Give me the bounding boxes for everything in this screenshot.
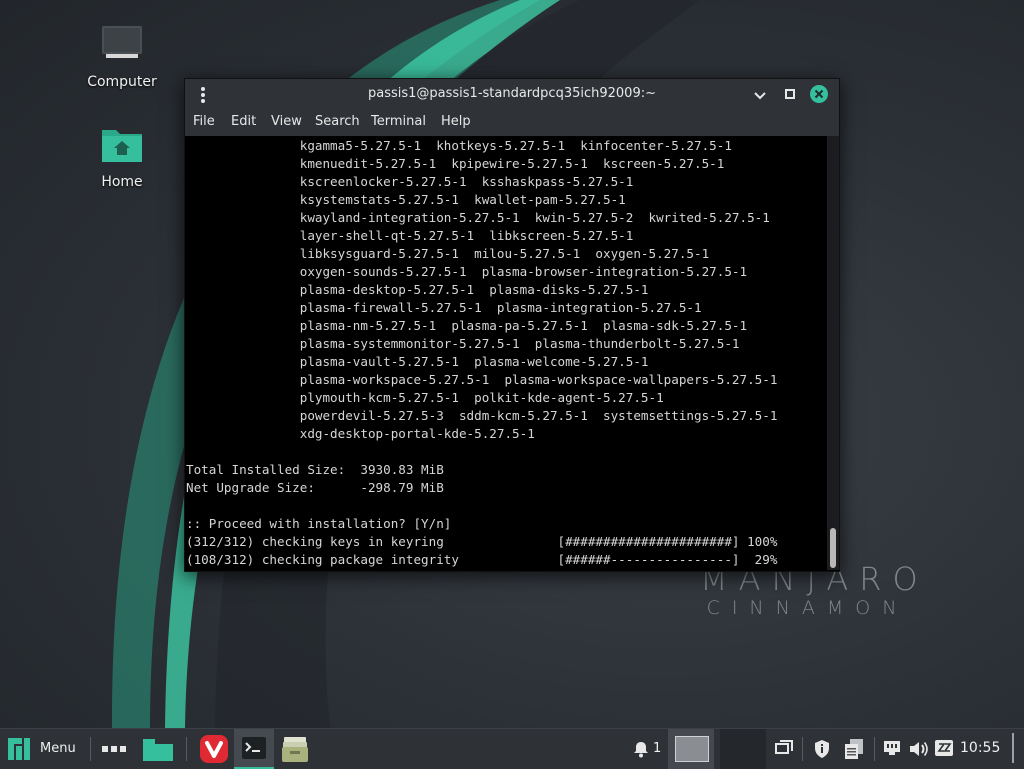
desktop-icon-label: Home — [101, 174, 143, 190]
window-list-button[interactable] — [772, 729, 796, 769]
menu-help[interactable]: Help — [441, 114, 471, 129]
terminal-text: kgamma5-5.27.5-1 khotkeys-5.27.5-1 kinfo… — [186, 138, 778, 567]
terminal-scrollbar[interactable] — [827, 136, 839, 570]
notifications-button[interactable]: 1 — [630, 729, 664, 769]
manjaro-logo-icon — [8, 738, 30, 760]
show-apps-button[interactable] — [100, 729, 128, 769]
notification-bell-icon — [634, 742, 648, 758]
taskbar-separator — [186, 737, 187, 761]
menu-edit[interactable]: Edit — [231, 114, 256, 129]
taskbar-separator — [90, 737, 91, 761]
file-manager-launcher[interactable] — [278, 729, 312, 769]
update-manager-button[interactable] — [810, 729, 834, 769]
minimize-icon[interactable] — [750, 84, 770, 104]
close-icon[interactable] — [809, 84, 829, 104]
show-apps-icon — [102, 746, 126, 752]
window-menubar: File Edit View Search Terminal Help — [185, 109, 839, 137]
corner-divider — [1012, 733, 1014, 763]
workspace-preview — [675, 736, 709, 762]
terminal-window[interactable]: passis1@passis1-standardpcq35ich92009:~ … — [184, 78, 840, 572]
clipboard-icon — [845, 739, 863, 759]
home-folder-icon — [102, 130, 142, 162]
desktop-icon-computer[interactable]: Computer — [72, 24, 172, 90]
menu-terminal[interactable]: Terminal — [371, 114, 426, 129]
network-button[interactable] — [880, 729, 904, 769]
desktop-icon-home[interactable]: Home — [72, 124, 172, 190]
cinnamon-watermark: CINNAMON — [706, 597, 909, 619]
show-desktop-icon — [143, 739, 173, 761]
window-list-icon — [775, 740, 793, 754]
show-desktop-button[interactable] — [140, 729, 176, 769]
workspace-2[interactable] — [720, 729, 766, 769]
terminal-task[interactable] — [234, 729, 274, 769]
menu-search[interactable]: Search — [315, 114, 360, 129]
keyboard-layout-button[interactable] — [932, 729, 956, 769]
menu-label: Menu — [40, 741, 76, 756]
network-icon — [884, 741, 900, 755]
menu-button[interactable]: Menu — [0, 729, 86, 769]
taskbar-separator — [802, 737, 803, 761]
menu-view[interactable]: View — [271, 114, 302, 129]
workspace-1[interactable] — [668, 729, 714, 769]
keyboard-icon — [935, 740, 953, 756]
maximize-icon[interactable] — [780, 84, 800, 104]
vivaldi-icon — [200, 735, 228, 763]
window-titlebar[interactable]: passis1@passis1-standardpcq35ich92009:~ — [185, 79, 839, 109]
notifications-count: 1 — [653, 741, 662, 756]
clipboard-button[interactable] — [840, 729, 868, 769]
taskbar-separator — [874, 737, 875, 761]
window-title: passis1@passis1-standardpcq35ich92009:~ — [367, 86, 656, 101]
terminal-output[interactable]: kgamma5-5.27.5-1 khotkeys-5.27.5-1 kinfo… — [185, 136, 827, 570]
terminal-icon — [242, 737, 266, 759]
computer-icon — [102, 26, 142, 58]
scrollbar-thumb[interactable] — [830, 528, 836, 568]
volume-button[interactable] — [906, 729, 930, 769]
clock[interactable]: 10:55 — [960, 740, 1000, 756]
show-desktop-corner[interactable] — [1010, 729, 1024, 769]
menu-file[interactable]: File — [193, 114, 215, 129]
update-shield-icon — [815, 740, 829, 758]
taskbar: Menu 1 10:55 — [0, 728, 1024, 769]
vivaldi-launcher[interactable] — [196, 729, 230, 769]
volume-icon — [910, 742, 928, 756]
file-manager-icon — [282, 737, 308, 762]
desktop-icon-label: Computer — [87, 74, 157, 90]
